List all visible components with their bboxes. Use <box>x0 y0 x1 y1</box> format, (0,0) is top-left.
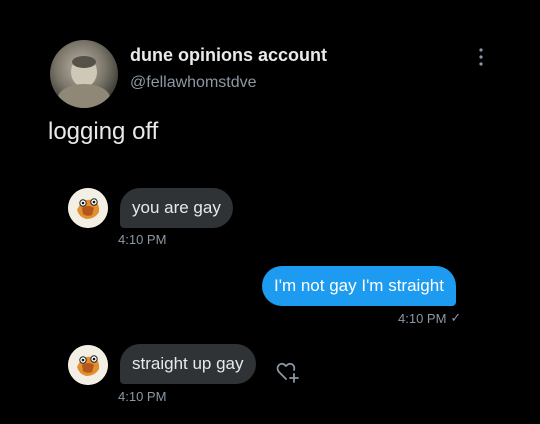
avatar-photo <box>58 56 110 108</box>
read-receipt-check-icon: ✓ <box>450 310 462 325</box>
add-reaction-heart-icon[interactable] <box>274 357 302 385</box>
message-bubble-outgoing[interactable]: I'm not gay I'm straight <box>262 266 456 306</box>
message-time: 4:10 PM <box>118 232 167 247</box>
message-time: 4:10 PM <box>398 310 447 326</box>
sender-avatar-image <box>68 345 108 385</box>
author-handle[interactable]: @fellawhomstdve <box>130 74 257 92</box>
message-time: 4:10 PM <box>118 389 167 404</box>
sender-avatar[interactable] <box>68 188 108 228</box>
tweet-text: logging off <box>48 118 159 145</box>
author-display-name[interactable]: dune opinions account <box>130 45 327 66</box>
author-avatar[interactable] <box>50 40 118 108</box>
message-bubble-incoming[interactable]: straight up gay <box>120 344 256 384</box>
message-meta: 4:10 PM ✓ <box>398 310 461 326</box>
sender-avatar[interactable] <box>68 345 108 385</box>
more-options-icon[interactable] <box>474 46 488 68</box>
sender-avatar-image <box>68 188 108 228</box>
message-bubble-incoming[interactable]: you are gay <box>120 188 233 228</box>
